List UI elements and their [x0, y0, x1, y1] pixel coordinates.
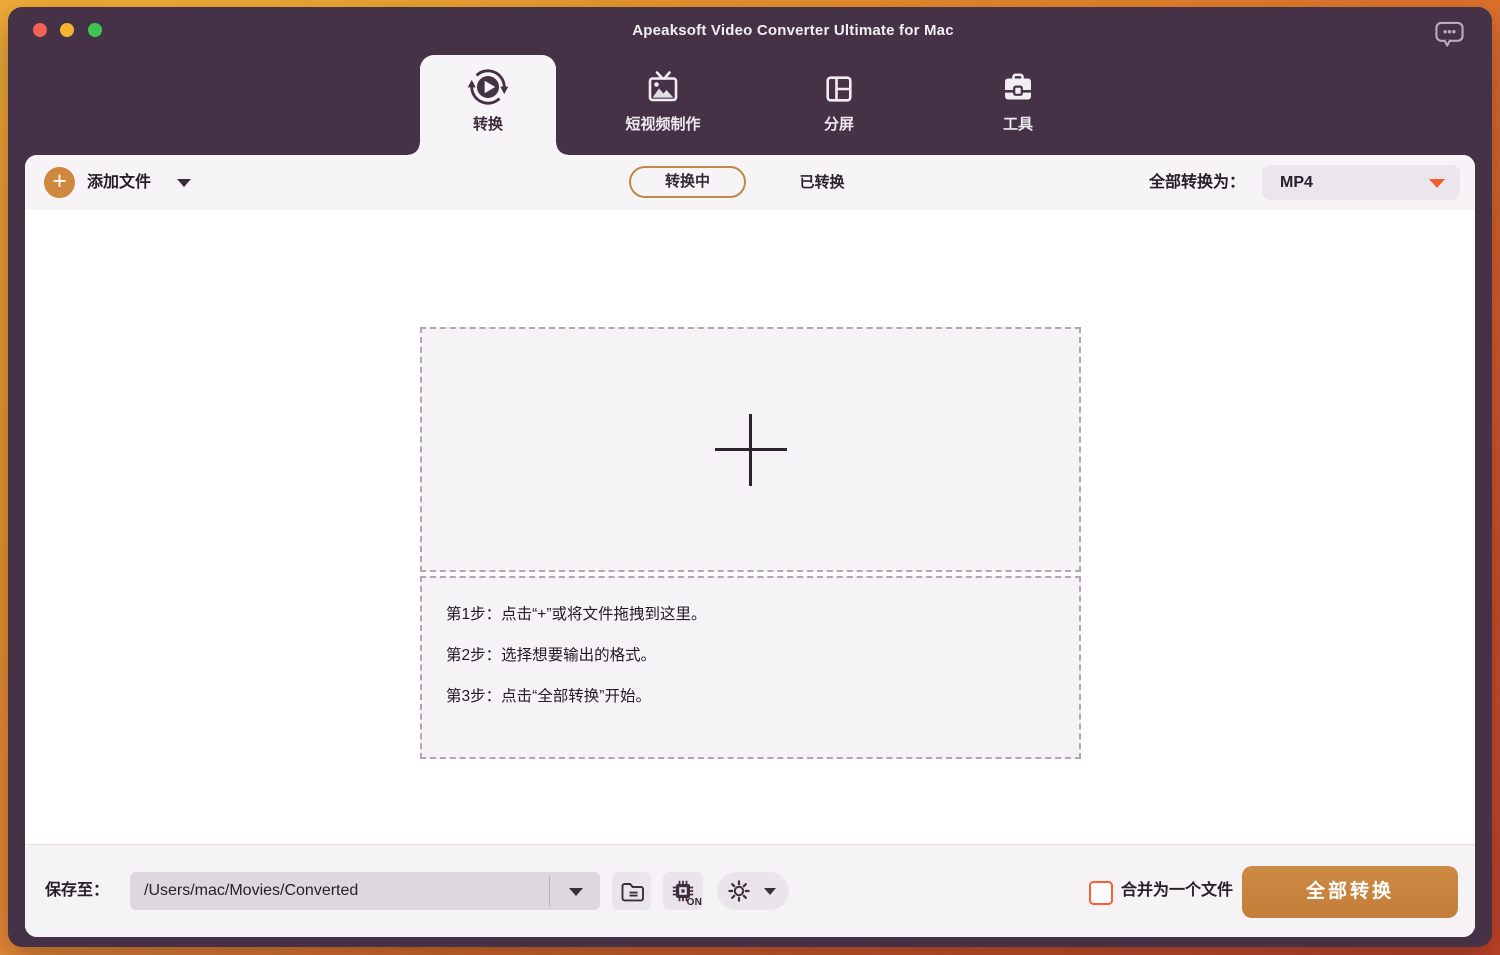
split-screen-icon — [819, 69, 859, 109]
save-path-combo[interactable]: /Users/mac/Movies/Converted — [130, 872, 600, 910]
convert-all-button[interactable]: 全部转换 — [1242, 866, 1458, 918]
add-files-dropdown-caret-icon[interactable] — [177, 179, 191, 187]
drop-zone[interactable] — [420, 327, 1081, 572]
tab-label: 分屏 — [759, 113, 919, 134]
filter-converted[interactable]: 已转换 — [782, 155, 862, 210]
tv-mv-icon — [643, 69, 683, 109]
app-window: Apeaksoft Video Converter Ultimate for M… — [8, 7, 1492, 947]
tab-label: 转换 — [420, 113, 556, 134]
gear-icon — [726, 878, 752, 904]
convert-all-to-label: 全部转换为： — [1149, 155, 1245, 210]
add-files-button[interactable]: + — [44, 167, 75, 198]
desktop-wallpaper: Apeaksoft Video Converter Ultimate for M… — [0, 0, 1500, 955]
tab-label: 工具 — [938, 113, 1098, 134]
step-1: 第1步：点击“+”或将文件拖拽到这里。 — [446, 604, 1059, 626]
toolbar: + 添加文件 转换中 已转换 全部转换为： MP4 — [25, 155, 1475, 210]
merge-label[interactable]: 合并为一个文件 — [1121, 845, 1233, 937]
step-3: 第3步：点击“全部转换”开始。 — [446, 686, 1059, 708]
tab-convert[interactable]: 转换 — [420, 55, 556, 155]
steps-panel: 第1步：点击“+”或将文件拖拽到这里。 第2步：选择想要输出的格式。 第3步：点… — [420, 576, 1081, 759]
settings-dropdown-caret-icon — [764, 888, 776, 895]
hardware-acceleration-button[interactable]: ON — [663, 872, 703, 910]
step-2: 第2步：选择想要输出的格式。 — [446, 645, 1059, 667]
tab-split-screen[interactable]: 分屏 — [759, 55, 919, 155]
feedback-bubble-icon[interactable] — [1434, 20, 1465, 49]
path-dropdown-caret-icon[interactable] — [569, 888, 583, 896]
add-files-label[interactable]: 添加文件 — [87, 155, 151, 210]
output-format-value: MP4 — [1280, 165, 1313, 200]
hardware-on-badge: ON — [687, 897, 702, 908]
content-panel: + 添加文件 转换中 已转换 全部转换为： MP4 第1步：点击“+”或将文件拖… — [25, 155, 1475, 937]
output-format-select[interactable]: MP4 — [1262, 165, 1460, 200]
folder-icon — [619, 878, 645, 904]
format-dropdown-caret-icon — [1429, 179, 1445, 188]
save-path-value: /Users/mac/Movies/Converted — [144, 872, 358, 910]
window-title: Apeaksoft Video Converter Ultimate for M… — [8, 7, 1492, 54]
settings-button[interactable] — [717, 872, 789, 910]
tab-mv-maker[interactable]: 短视频制作 — [583, 55, 743, 155]
tab-toolbox[interactable]: 工具 — [938, 55, 1098, 155]
bottom-bar: 保存至： /Users/mac/Movies/Converted — [25, 844, 1475, 937]
tab-label: 短视频制作 — [583, 113, 743, 134]
convert-sync-play-icon — [466, 65, 510, 109]
file-list-area: 第1步：点击“+”或将文件拖拽到这里。 第2步：选择想要输出的格式。 第3步：点… — [25, 210, 1475, 845]
merge-checkbox[interactable] — [1089, 881, 1113, 905]
combo-divider — [549, 876, 550, 906]
titlebar: Apeaksoft Video Converter Ultimate for M… — [8, 7, 1492, 54]
open-folder-button[interactable] — [612, 872, 651, 910]
toolbox-icon — [998, 69, 1038, 109]
filter-converting[interactable]: 转换中 — [629, 166, 746, 198]
save-to-label: 保存至： — [45, 845, 109, 937]
